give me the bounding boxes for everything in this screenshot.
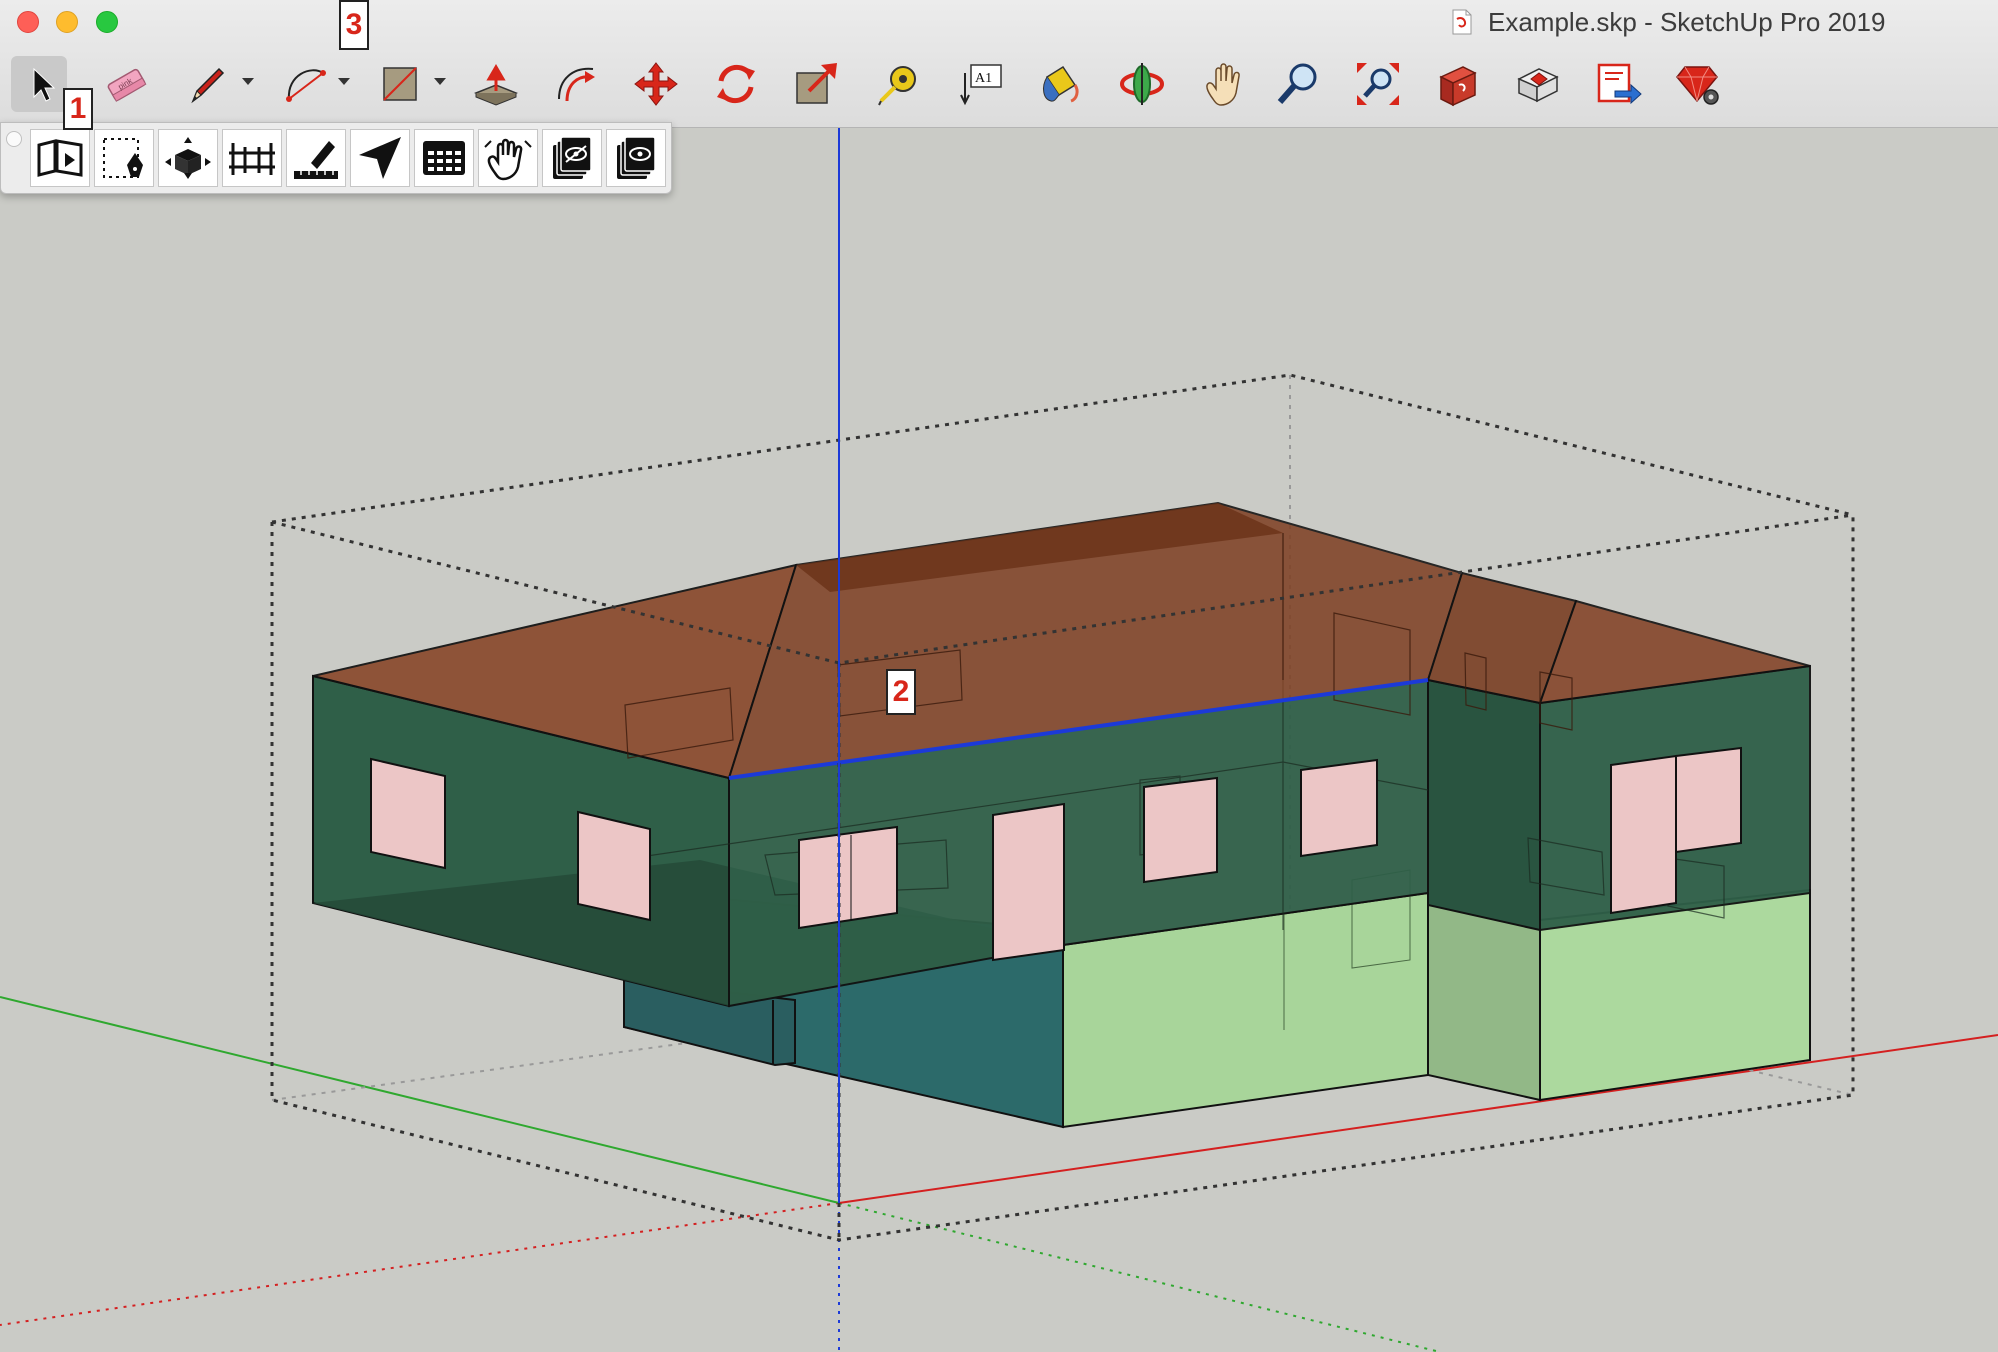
arc-icon — [286, 69, 326, 102]
3d-warehouse-tool-button[interactable] — [1430, 56, 1486, 112]
flyout-zone-box-button[interactable] — [158, 129, 218, 187]
offset-icon — [558, 67, 595, 102]
window — [1610, 754, 1677, 915]
window — [370, 757, 446, 870]
window — [1300, 758, 1378, 858]
eraser-tool-button[interactable]: pink — [98, 56, 154, 112]
select-tool-button[interactable] — [11, 56, 67, 112]
skp-document-icon — [1452, 9, 1472, 35]
pencil-ruler-icon — [294, 141, 338, 179]
grab-hand-icon — [484, 138, 532, 181]
line-dropdown-caret-icon[interactable] — [240, 74, 256, 88]
rectangle-tool-button[interactable] — [372, 56, 428, 112]
flyout-hide-layers-button[interactable] — [542, 129, 602, 187]
scale-tool-button[interactable] — [788, 56, 844, 112]
arc-dropdown-caret-icon[interactable] — [336, 74, 352, 88]
window-title: Example.skp - SketchUp Pro 2019 — [1488, 7, 1886, 37]
paint-bucket-tool-button[interactable] — [1032, 56, 1088, 112]
flyout-navigate-button[interactable] — [350, 129, 410, 187]
green-axis-positive — [838, 1202, 1441, 1352]
rectangle-dropdown-caret-icon[interactable] — [432, 74, 448, 88]
extension-manager-tool-button[interactable] — [1670, 56, 1726, 112]
paint-bucket-icon — [1043, 65, 1079, 103]
flyout-close-grip[interactable] — [6, 131, 22, 147]
orbit-tool-button[interactable] — [1114, 56, 1170, 112]
red-axis-negative — [0, 1202, 840, 1326]
navigation-arrow-icon — [359, 137, 401, 179]
push-pull-icon — [473, 64, 519, 106]
flyout-hand-grab-button[interactable] — [478, 129, 538, 187]
text-tool-label-text: A1 — [975, 71, 992, 86]
door — [992, 802, 1065, 962]
tape-measure-tool-button[interactable] — [870, 56, 926, 112]
move-tool-button[interactable] — [628, 56, 684, 112]
extension-flyout-toolbar — [0, 122, 672, 194]
zoom-extents-icon — [1357, 63, 1399, 105]
offset-tool-button[interactable] — [548, 56, 604, 112]
flyout-intro-button[interactable] — [30, 129, 90, 187]
flyout-measure-edit-button[interactable] — [286, 129, 346, 187]
dashed-rect-pen-icon — [103, 138, 143, 178]
model-viewport[interactable] — [0, 128, 1998, 1352]
send-to-layout-icon — [1597, 63, 1642, 105]
book-play-icon — [37, 139, 83, 177]
layers-eye-icon — [617, 136, 656, 179]
push-pull-tool-button[interactable] — [468, 56, 524, 112]
box-arrows-icon — [165, 137, 211, 179]
rotate-icon — [717, 64, 755, 104]
layers-hidden-icon — [553, 136, 592, 179]
send-to-layout-tool-button[interactable] — [1590, 56, 1646, 112]
orbit-icon — [1120, 63, 1164, 105]
ruby-gem-icon — [1676, 66, 1719, 105]
tape-measure-icon — [878, 66, 916, 106]
text-tool-button[interactable]: A1 — [952, 56, 1008, 112]
move-icon — [634, 62, 678, 106]
arc-tool-button[interactable] — [278, 56, 334, 112]
window-zoom-button[interactable] — [96, 11, 118, 33]
rectangle-icon — [383, 67, 417, 101]
text-icon: A1 — [960, 64, 1002, 106]
rotate-tool-button[interactable] — [708, 56, 764, 112]
line-tool-button[interactable] — [180, 56, 236, 112]
3d-warehouse-icon — [1439, 66, 1477, 107]
extension-warehouse-icon — [1517, 68, 1559, 103]
flyout-draw-zone-button[interactable] — [94, 129, 154, 187]
callout-2: 2 — [886, 669, 916, 715]
grid-table-icon — [423, 141, 465, 175]
window — [1143, 776, 1218, 884]
select-arrow-icon — [33, 67, 56, 102]
pencil-icon — [191, 67, 225, 104]
upper-wall-inner — [1427, 678, 1541, 932]
window-minimize-button[interactable] — [56, 11, 78, 33]
scale-icon — [796, 63, 837, 104]
window — [1675, 746, 1742, 854]
flyout-component-grid-button[interactable] — [222, 129, 282, 187]
pan-tool-button[interactable] — [1196, 56, 1252, 112]
zoom-extents-tool-button[interactable] — [1350, 56, 1406, 112]
fence-grid-icon — [229, 143, 275, 175]
window-close-button[interactable] — [17, 11, 39, 33]
flyout-show-layers-button[interactable] — [606, 129, 666, 187]
extension-warehouse-tool-button[interactable] — [1510, 56, 1566, 112]
callout-1: 1 — [63, 88, 93, 130]
pan-hand-icon — [1206, 63, 1240, 106]
callout-3: 3 — [339, 0, 369, 50]
window — [577, 810, 651, 922]
zoom-icon — [1277, 63, 1317, 104]
flyout-spreadsheet-button[interactable] — [414, 129, 474, 187]
zoom-tool-button[interactable] — [1270, 56, 1326, 112]
window-titlebar: Example.skp - SketchUp Pro 2019 pink A1 — [0, 0, 1998, 128]
window — [798, 825, 898, 930]
eraser-icon: pink — [107, 68, 147, 102]
